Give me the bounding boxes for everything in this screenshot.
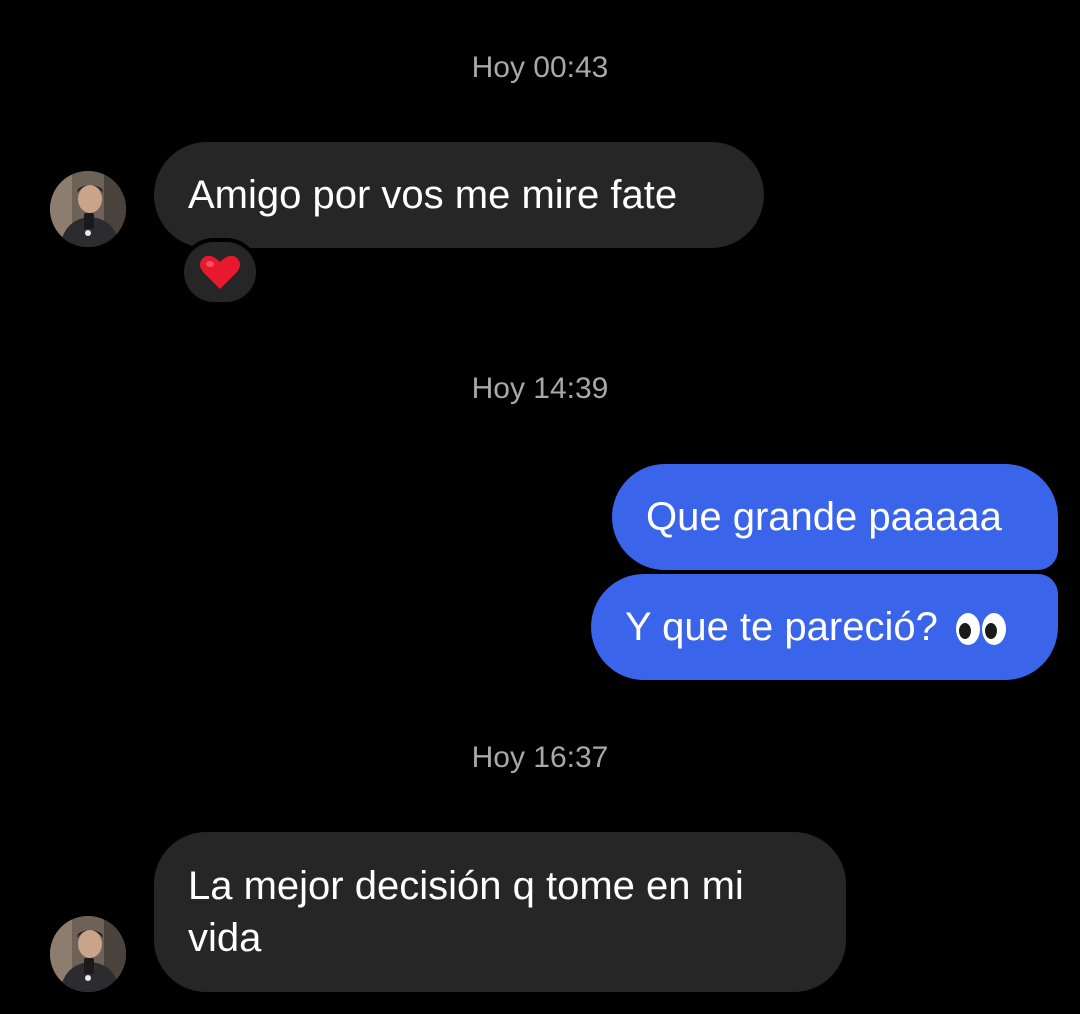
timestamp: Hoy 00:43 [471, 51, 609, 84]
message-bubble-incoming[interactable]: Amigo por vos me mire fate [154, 142, 764, 248]
heart-icon [200, 255, 240, 289]
message-text-line: vida [188, 916, 262, 960]
timestamp: Hoy 16:37 [471, 741, 609, 774]
contact-avatar[interactable] [50, 171, 126, 247]
message-text: Amigo por vos me mire fate [188, 173, 678, 217]
avatar-photo-icon [50, 171, 126, 247]
message-text: Que grande paaaaa [646, 495, 1002, 539]
message-bubble-outgoing[interactable]: Que grande paaaaa [612, 464, 1058, 570]
message-bubble-outgoing[interactable]: Y que te pareció? [591, 574, 1058, 680]
message-text-line: La mejor decisión q tome en mi [188, 864, 744, 908]
message-text: Y que te pareció? [625, 605, 938, 649]
timestamp: Hoy 14:39 [471, 372, 609, 405]
message-bubble-incoming[interactable]: La mejor decisión q tome en mi vida [154, 832, 846, 992]
avatar-photo-icon [50, 916, 126, 992]
reaction-badge[interactable] [180, 238, 260, 306]
eyes-icon [955, 613, 1006, 646]
contact-avatar[interactable] [50, 916, 126, 992]
